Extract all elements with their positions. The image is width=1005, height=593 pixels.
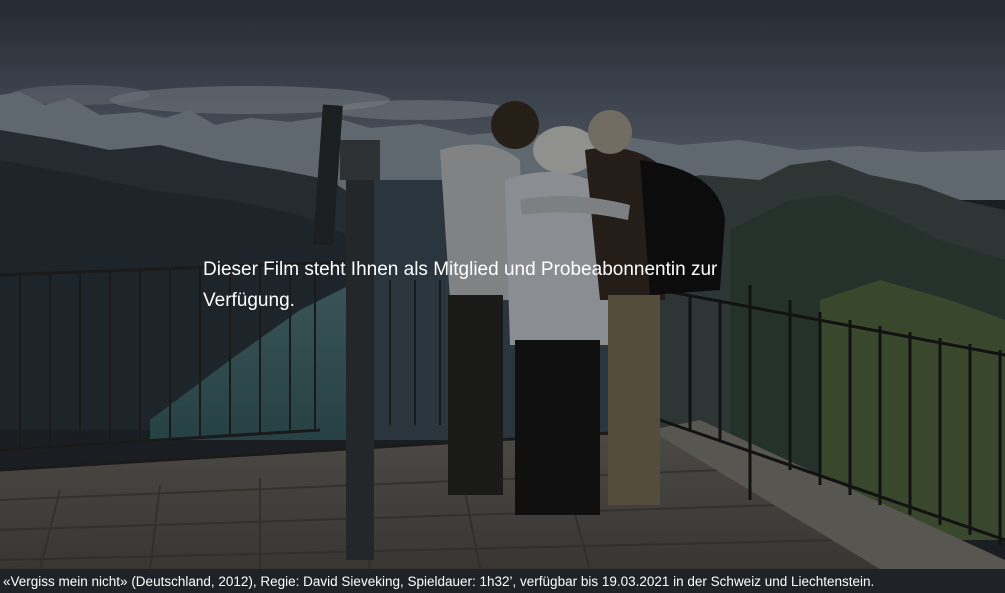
caption-bar: «Vergiss mein nicht» (Deutschland, 2012)… [0,569,1005,593]
video-player[interactable]: Dieser Film steht Ihnen als Mitglied und… [0,0,1005,569]
film-caption: «Vergiss mein nicht» (Deutschland, 2012)… [3,574,875,589]
availability-message: Dieser Film steht Ihnen als Mitglied und… [203,259,718,311]
